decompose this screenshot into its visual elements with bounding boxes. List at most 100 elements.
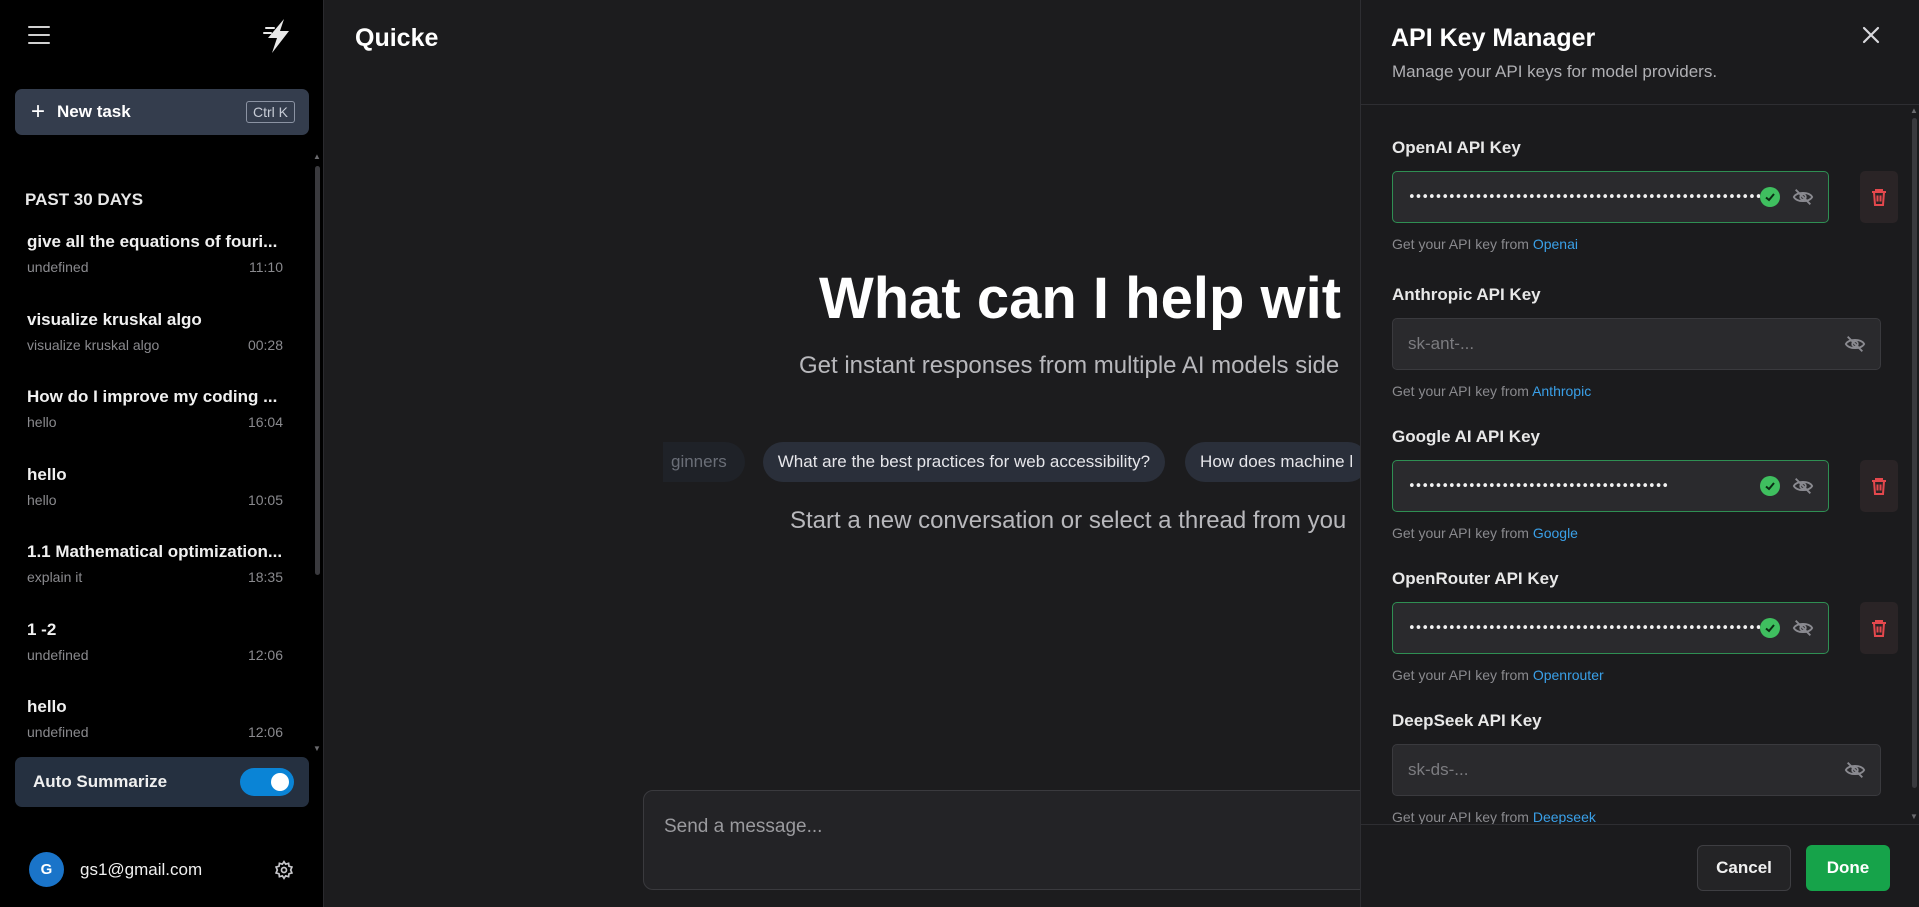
google-key-group: Google AI API Key ••••••••••••••••••••••… (1392, 427, 1898, 541)
provider-link[interactable]: Google (1533, 525, 1578, 541)
help-prefix: Get your API key from (1392, 525, 1529, 541)
main-area: Quicke What can I help wit Get instant r… (325, 0, 1360, 907)
user-profile[interactable]: G gs1@gmail.com (29, 852, 202, 887)
eye-off-icon[interactable] (1792, 475, 1814, 497)
key-help: Get your API key from Anthropic (1392, 383, 1591, 399)
suggestion-chip[interactable]: What are the best practices for web acce… (762, 442, 1166, 482)
thread-title: give all the equations of fouri... (27, 232, 278, 251)
scroll-down-icon[interactable]: ▼ (313, 744, 321, 753)
masked-key-value: ••••••••••••••••••••••••••••••••••••••••… (1408, 620, 1760, 636)
gear-icon[interactable] (274, 860, 294, 880)
provider-link[interactable]: Openai (1533, 236, 1578, 252)
panel-title: API Key Manager (1391, 24, 1596, 52)
eye-off-icon[interactable] (1792, 617, 1814, 639)
suggestion-chips: ginners What are the best practices for … (663, 442, 1360, 482)
provider-link[interactable]: Deepseek (1533, 809, 1596, 824)
thread-subtitle: visualize kruskal algo (27, 336, 160, 353)
provider-link[interactable]: Anthropic (1532, 383, 1591, 399)
sidebar: + New task Ctrl K PAST 30 DAYS give all … (0, 0, 324, 907)
key-label: Anthropic API Key (1392, 285, 1541, 304)
key-help: Get your API key from Google (1392, 525, 1578, 541)
thread-item[interactable]: give all the equations of fouri... undef… (0, 228, 310, 306)
openai-key-field[interactable]: ••••••••••••••••••••••••••••••••••••••••… (1392, 171, 1829, 223)
key-label: OpenAI API Key (1392, 138, 1521, 157)
lightning-logo-icon (263, 19, 289, 53)
done-button[interactable]: Done (1806, 845, 1890, 891)
thread-item[interactable]: 1.1 Mathematical optimization... explain… (0, 538, 310, 616)
app-root: + New task Ctrl K PAST 30 DAYS give all … (0, 0, 1919, 907)
thread-title: hello (27, 464, 67, 484)
help-prefix: Get your API key from (1392, 809, 1529, 824)
key-label: OpenRouter API Key (1392, 569, 1559, 588)
thread-subtitle: hello (27, 491, 57, 508)
help-prefix: Get your API key from (1392, 383, 1529, 399)
cancel-button[interactable]: Cancel (1697, 845, 1791, 891)
key-help: Get your API key from Openrouter (1392, 667, 1604, 683)
close-icon[interactable] (1861, 25, 1881, 45)
check-icon (1760, 476, 1780, 496)
check-icon (1760, 187, 1780, 207)
thread-subtitle: undefined (27, 259, 89, 275)
eye-off-icon[interactable] (1844, 333, 1866, 355)
thread-time: 11:10 (249, 259, 283, 275)
sidebar-scrollbar[interactable] (315, 166, 320, 575)
panel-footer: Cancel Done (1361, 824, 1919, 907)
thread-time: 10:05 (247, 491, 283, 508)
thread-title: How do I improve my coding ... (27, 387, 278, 406)
delete-key-button[interactable] (1860, 460, 1898, 512)
openai-key-group: OpenAI API Key •••••••••••••••••••••••••… (1392, 138, 1898, 252)
deepseek-key-field (1392, 744, 1881, 796)
api-key-manager-panel: API Key Manager Manage your API keys for… (1360, 0, 1919, 907)
suggestion-chip[interactable]: How does machine l (1185, 442, 1360, 482)
thread-subtitle: undefined (27, 646, 89, 663)
hero-heading: What can I help wit (819, 266, 1342, 331)
panel-subtitle: Manage your API keys for model providers… (1392, 62, 1718, 81)
openrouter-key-group: OpenRouter API Key •••••••••••••••••••••… (1392, 569, 1898, 683)
thread-item[interactable]: hello hello 10:05 (0, 461, 310, 539)
scroll-up-icon[interactable]: ▲ (313, 152, 321, 161)
hamburger-icon[interactable] (28, 26, 50, 46)
eye-off-icon[interactable] (1844, 759, 1866, 781)
auto-summarize-toggle[interactable] (240, 768, 294, 796)
masked-key-value: ••••••••••••••••••••••••••••••••••••••• (1408, 478, 1669, 494)
user-email: gs1@gmail.com (80, 859, 203, 879)
delete-key-button[interactable] (1860, 171, 1898, 223)
scroll-up-icon[interactable]: ▲ (1910, 106, 1918, 115)
delete-key-button[interactable] (1860, 602, 1898, 654)
auto-summarize-label: Auto Summarize (33, 772, 168, 791)
google-key-field[interactable]: ••••••••••••••••••••••••••••••••••••••• (1392, 460, 1829, 512)
thread-time: 00:28 (247, 336, 283, 353)
thread-subtitle: explain it (27, 569, 83, 585)
scroll-down-icon[interactable]: ▼ (1910, 812, 1918, 821)
eye-off-icon[interactable] (1792, 186, 1814, 208)
message-composer (643, 790, 1360, 890)
openrouter-key-field[interactable]: ••••••••••••••••••••••••••••••••••••••••… (1392, 602, 1829, 654)
message-input[interactable] (644, 791, 1360, 889)
deepseek-key-input[interactable] (1393, 745, 1832, 795)
thread-item[interactable]: visualize kruskal algo visualize kruskal… (0, 306, 310, 384)
brand-title: Quicke (355, 24, 439, 52)
key-help: Get your API key from Openai (1392, 236, 1578, 252)
thread-list: give all the equations of fouri... undef… (0, 228, 310, 771)
empty-state-hint: Start a new conversation or select a thr… (790, 507, 1347, 534)
shortcut-badge: Ctrl K (246, 101, 295, 123)
key-help: Get your API key from Deepseek (1392, 809, 1596, 824)
hero-subtitle: Get instant responses from multiple AI m… (799, 352, 1340, 379)
new-task-button[interactable]: + New task Ctrl K (15, 89, 309, 135)
panel-scrollbar[interactable] (1912, 118, 1917, 788)
key-label: Google AI API Key (1392, 427, 1540, 446)
thread-title: visualize kruskal algo (27, 309, 202, 329)
thread-item[interactable]: 1 -2 undefined 12:06 (0, 616, 310, 694)
avatar: G (29, 852, 64, 887)
new-task-label: New task (57, 102, 131, 121)
anthropic-key-input[interactable] (1393, 319, 1832, 369)
thread-item[interactable]: How do I improve my coding ... hello 16:0… (0, 383, 310, 461)
plus-icon: + (31, 98, 46, 125)
thread-title: hello (27, 697, 67, 716)
anthropic-key-field (1392, 318, 1881, 370)
thread-subtitle: hello (27, 414, 57, 430)
provider-link[interactable]: Openrouter (1533, 667, 1604, 683)
thread-time: 12:06 (247, 646, 283, 663)
suggestion-chip[interactable]: ginners (663, 442, 745, 482)
thread-time: 12:06 (247, 724, 283, 740)
